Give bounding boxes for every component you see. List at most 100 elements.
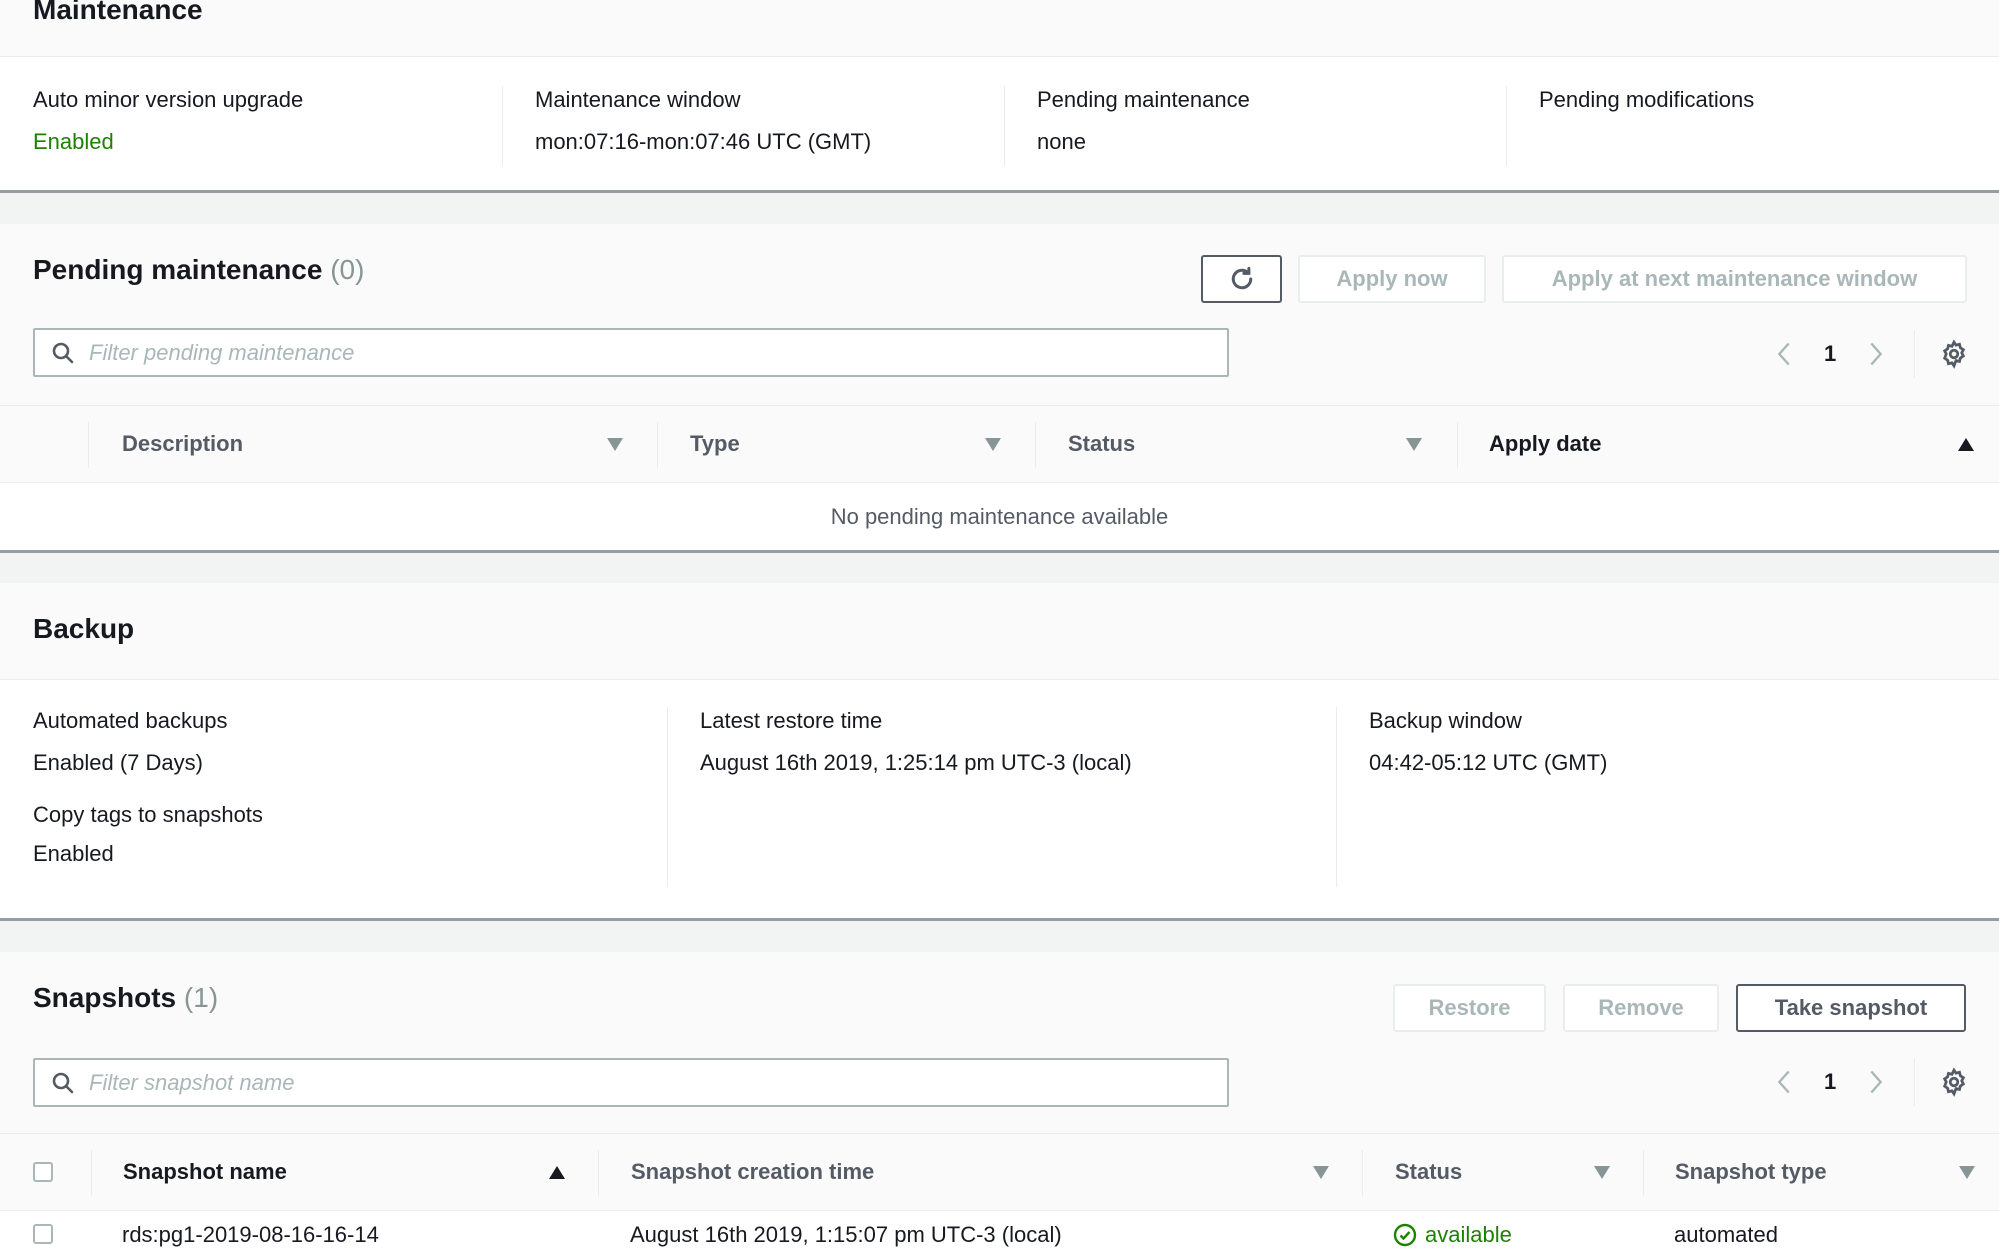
pending-maintenance-panel: Pending maintenance (0) Apply now Apply … <box>0 224 1999 553</box>
snapshots-pagination: 1 <box>1774 1058 1969 1106</box>
column-header-type[interactable]: Type <box>690 406 740 482</box>
column-header-status[interactable]: Status <box>1395 1134 1462 1210</box>
backup-panel: Backup Automated backups Enabled (7 Days… <box>0 583 1999 921</box>
row-checkbox[interactable] <box>33 1224 53 1244</box>
select-all-checkbox[interactable] <box>33 1162 53 1182</box>
snapshots-count: (1) <box>183 982 219 1013</box>
maintenance-details: Auto minor version upgrade Enabled Maint… <box>0 86 1999 166</box>
backup-header: Backup <box>0 583 1999 680</box>
maintenance-title: Maintenance <box>33 0 203 25</box>
search-icon <box>52 342 74 363</box>
filter-snapshot-name[interactable] <box>33 1058 1229 1107</box>
sort-icon[interactable] <box>1959 1166 1975 1179</box>
column-divider <box>1643 1150 1644 1196</box>
refresh-icon <box>1231 266 1252 290</box>
field-value: Enabled <box>33 841 114 866</box>
field-pending-maintenance: Pending maintenance none <box>1004 86 1506 166</box>
table-row[interactable]: rds:pg1-2019-08-16-16-14 August 16th 201… <box>0 1211 1999 1260</box>
previous-page-icon[interactable] <box>1774 1068 1794 1096</box>
column-divider <box>88 422 89 468</box>
field-automated-backups: Automated backups Enabled (7 Days) <box>33 707 667 777</box>
sort-icon[interactable] <box>607 438 623 451</box>
search-icon <box>52 1072 74 1093</box>
field-value: none <box>1037 129 1086 154</box>
field-label: Pending modifications <box>1539 87 1755 112</box>
snapshots-title-text: Snapshots <box>33 982 177 1013</box>
field-value: mon:07:16-mon:07:46 UTC (GMT) <box>535 129 872 154</box>
column-divider <box>598 1150 599 1196</box>
backup-column-1: Automated backups Enabled (7 Days) Copy … <box>0 707 667 887</box>
sort-ascending-icon[interactable] <box>1958 438 1974 451</box>
snapshot-type: automated <box>1674 1222 1778 1247</box>
filter-snapshot-name-input[interactable] <box>89 1069 1227 1096</box>
column-header-snapshot-name[interactable]: Snapshot name <box>123 1134 287 1210</box>
field-label: Auto minor version upgrade <box>33 87 304 112</box>
column-divider <box>657 422 658 468</box>
pager-divider <box>1914 330 1916 378</box>
remove-button[interactable]: Remove <box>1563 984 1719 1032</box>
next-page-icon[interactable] <box>1866 340 1886 368</box>
column-header-apply-date[interactable]: Apply date <box>1489 406 1601 482</box>
pending-empty-row: No pending maintenance available <box>0 483 1999 550</box>
snapshots-table-header: Snapshot name Snapshot creation time Sta… <box>0 1133 1999 1211</box>
field-backup-window: Backup window 04:42-05:12 UTC (GMT) <box>1336 707 1999 887</box>
snapshot-creation-time: August 16th 2019, 1:15:07 pm UTC-3 (loca… <box>630 1222 1062 1247</box>
field-maintenance-window: Maintenance window mon:07:16-mon:07:46 U… <box>502 86 1004 166</box>
previous-page-icon[interactable] <box>1774 340 1794 368</box>
field-value: August 16th 2019, 1:25:14 pm UTC-3 (loca… <box>700 750 1132 775</box>
pager-divider <box>1914 1058 1916 1106</box>
column-header-status[interactable]: Status <box>1068 406 1135 482</box>
pending-pagination: 1 <box>1774 330 1969 378</box>
maintenance-header: Maintenance <box>0 0 1999 57</box>
column-divider <box>91 1150 92 1196</box>
empty-message: No pending maintenance available <box>830 503 1169 529</box>
snapshots-title: Snapshots (1) <box>33 982 218 1014</box>
next-page-icon[interactable] <box>1866 1068 1886 1096</box>
backup-title: Backup <box>33 613 135 644</box>
sort-icon[interactable] <box>1594 1166 1610 1179</box>
field-value: 04:42-05:12 UTC (GMT) <box>1369 750 1608 775</box>
snapshot-status: available <box>1393 1222 1512 1248</box>
sort-icon[interactable] <box>1406 438 1422 451</box>
current-page[interactable]: 1 <box>1824 341 1836 367</box>
field-value: Enabled <box>33 129 114 154</box>
pending-maintenance-title: Pending maintenance (0) <box>33 254 364 286</box>
refresh-button[interactable] <box>1201 255 1282 303</box>
field-label: Latest restore time <box>700 708 883 733</box>
field-value: Enabled (7 Days) <box>33 750 203 775</box>
take-snapshot-button[interactable]: Take snapshot <box>1736 984 1966 1032</box>
apply-now-button[interactable]: Apply now <box>1298 255 1486 303</box>
field-label: Backup window <box>1369 708 1522 733</box>
column-divider <box>1362 1150 1363 1196</box>
column-divider <box>1035 422 1036 468</box>
backup-details: Automated backups Enabled (7 Days) Copy … <box>0 707 1999 887</box>
column-header-creation-time[interactable]: Snapshot creation time <box>631 1134 874 1210</box>
snapshot-name[interactable]: rds:pg1-2019-08-16-16-14 <box>122 1222 379 1248</box>
field-latest-restore-time: Latest restore time August 16th 2019, 1:… <box>667 707 1336 887</box>
sort-icon[interactable] <box>1313 1166 1329 1179</box>
settings-gear-icon[interactable] <box>1939 1067 1969 1097</box>
field-copy-tags: Copy tags to snapshots Enabled <box>33 801 667 868</box>
current-page[interactable]: 1 <box>1824 1069 1836 1095</box>
apply-next-window-button[interactable]: Apply at next maintenance window <box>1502 255 1967 303</box>
filter-pending-maintenance[interactable] <box>33 328 1229 377</box>
field-auto-minor-upgrade: Auto minor version upgrade Enabled <box>0 86 502 166</box>
field-label: Maintenance window <box>535 87 741 112</box>
column-header-snapshot-type[interactable]: Snapshot type <box>1675 1134 1827 1210</box>
restore-button[interactable]: Restore <box>1393 984 1546 1032</box>
sort-ascending-icon[interactable] <box>549 1166 565 1179</box>
snapshots-header: Snapshots (1) Restore Remove Take snapsh… <box>0 952 1999 1134</box>
status-available-icon <box>1393 1223 1417 1247</box>
settings-gear-icon[interactable] <box>1939 339 1969 369</box>
filter-pending-maintenance-input[interactable] <box>89 339 1227 366</box>
maintenance-panel: Maintenance Auto minor version upgrade E… <box>0 0 1999 193</box>
pending-maintenance-title-text: Pending maintenance <box>33 254 323 285</box>
status-text: available <box>1425 1222 1512 1247</box>
field-label: Pending maintenance <box>1037 87 1250 112</box>
field-label: Automated backups <box>33 708 228 733</box>
sort-icon[interactable] <box>985 438 1001 451</box>
column-header-description[interactable]: Description <box>122 406 243 482</box>
field-label: Copy tags to snapshots <box>33 802 263 827</box>
pending-maintenance-count: (0) <box>330 254 365 285</box>
pending-table-header: Description Type Status Apply date <box>0 405 1999 483</box>
